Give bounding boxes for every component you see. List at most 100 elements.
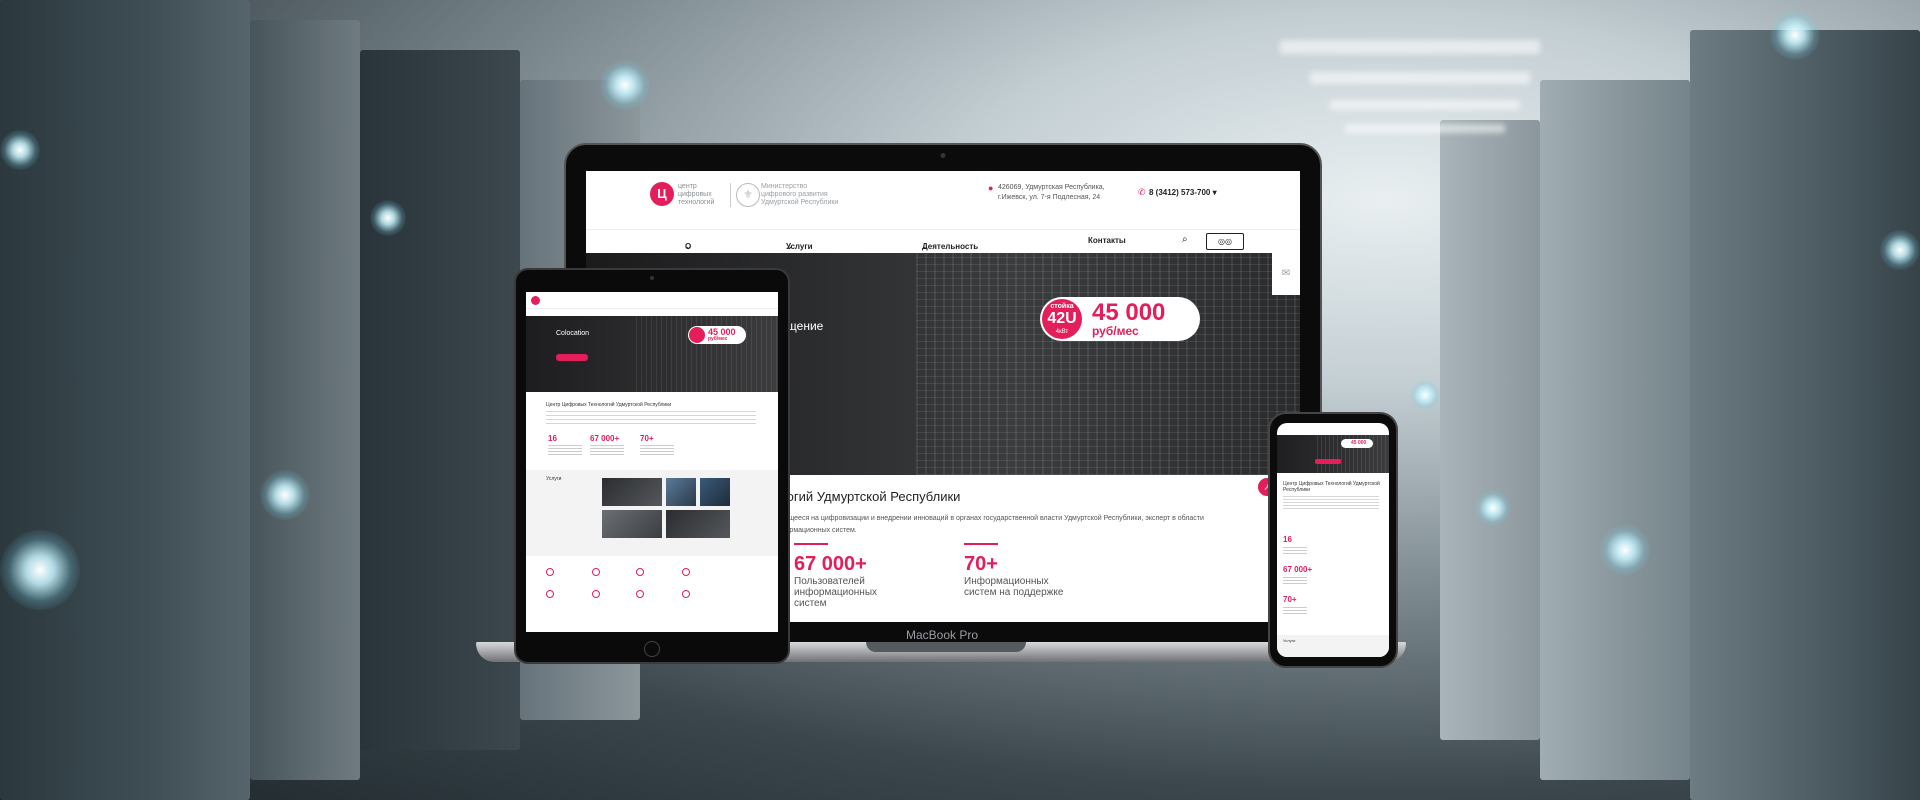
server-rack xyxy=(1690,30,1920,800)
hero-banner: Colocation 45 000 руб/мес xyxy=(526,316,778,392)
stat-value: 16 xyxy=(1283,535,1292,544)
service-card-image[interactable] xyxy=(666,510,730,538)
ceiling-light xyxy=(1310,72,1530,84)
stat-label xyxy=(1283,545,1307,554)
bokeh-light xyxy=(260,470,310,520)
feature-icon xyxy=(682,568,690,576)
stat-item: 67 000+ xyxy=(590,434,624,455)
ceiling-light xyxy=(1280,40,1540,54)
about-text xyxy=(546,410,756,424)
phone-number[interactable]: 8 (3412) 573-700 ▾ xyxy=(1149,188,1217,197)
stat-value: 70+ xyxy=(640,434,654,443)
stat-item: 70+ xyxy=(640,434,674,455)
stat-label xyxy=(640,445,674,455)
phone-icon: ✆ xyxy=(1138,187,1146,197)
bokeh-light xyxy=(1770,10,1820,60)
logo-text: центр цифровых технологий xyxy=(678,183,715,206)
home-button[interactable] xyxy=(644,641,660,657)
stat-item: 67 000+ xyxy=(1283,565,1312,584)
chevron-down-icon: ⌄ xyxy=(685,242,692,251)
logo-icon[interactable] xyxy=(531,296,540,305)
site-header: Ц центр цифровых технологий ⚜ Министерст… xyxy=(586,171,1300,229)
stat-systems: 70+ Информационных систем на поддержке xyxy=(964,543,1064,598)
feature-icon xyxy=(682,590,690,598)
site-header xyxy=(526,292,778,308)
rack-badge xyxy=(689,327,705,343)
tablet-screen: Colocation 45 000 руб/мес Центр Цифровых… xyxy=(526,292,778,632)
price-badge: 45 000 xyxy=(1341,439,1373,448)
bokeh-light xyxy=(0,130,40,170)
stat-item: 16 xyxy=(548,434,582,455)
server-rack xyxy=(0,0,250,800)
rack-power: 4кВт xyxy=(1055,329,1069,335)
server-rack xyxy=(1440,120,1540,740)
service-card-image[interactable] xyxy=(700,478,730,506)
server-rack xyxy=(1540,80,1690,780)
bokeh-light xyxy=(0,530,80,610)
service-card-image[interactable] xyxy=(602,478,662,506)
hero-button[interactable] xyxy=(1315,459,1341,464)
rack-size: 42U xyxy=(1047,310,1077,327)
hero-title: Colocation xyxy=(556,330,590,337)
main-nav: О нас ⌄ Услуги ⌄ Деятельность ⌄ Контакты… xyxy=(586,229,1300,260)
feature-icon xyxy=(592,590,600,598)
stat-item: 70+ xyxy=(1283,595,1307,614)
service-card-image[interactable] xyxy=(666,478,696,506)
mail-icon[interactable]: ✉ xyxy=(1272,253,1300,295)
divider xyxy=(730,183,731,207)
price-amount: 45 000 xyxy=(1351,440,1367,446)
bokeh-light xyxy=(1600,525,1650,575)
price-unit: руб/мес xyxy=(708,336,728,342)
stat-label xyxy=(590,445,624,455)
stat-label xyxy=(548,445,582,455)
ceiling-light xyxy=(1345,124,1505,133)
search-icon[interactable]: ⌕ xyxy=(1182,234,1188,245)
feature-icon xyxy=(546,590,554,598)
services-section: Услуги xyxy=(1277,635,1389,657)
stat-label xyxy=(1283,575,1307,584)
stat-users: 67 000+ Пользователей информационных сис… xyxy=(794,543,894,609)
ministry-text: Министерство цифрового развития Удмуртск… xyxy=(761,183,839,206)
logo-icon[interactable]: Ц xyxy=(650,182,674,206)
stat-value: 70+ xyxy=(1283,595,1297,604)
stat-value: 67 000+ xyxy=(590,434,620,443)
services-title: Услуги xyxy=(1283,638,1296,643)
hero-button[interactable] xyxy=(556,354,588,361)
laptop-notch xyxy=(866,642,1026,652)
nav-item-contacts[interactable]: Контакты xyxy=(1088,236,1126,245)
price-badge: 45 000 руб/мес xyxy=(688,326,746,344)
rack-label: стойка xyxy=(1050,303,1074,310)
stat-value: 67 000+ xyxy=(1283,565,1313,574)
location-pin-icon: ● xyxy=(988,183,994,193)
bokeh-light xyxy=(1475,490,1511,526)
stat-value: 70+ xyxy=(964,553,998,575)
server-rack xyxy=(250,20,360,780)
hero-banner: 45 000 xyxy=(1277,435,1389,473)
stat-value: 67 000+ xyxy=(794,553,867,575)
rack-badge: стойка 42U 4кВт xyxy=(1042,299,1082,339)
ceiling-light xyxy=(1330,100,1520,110)
laptop-model-label: MacBook Pro xyxy=(905,628,979,642)
features-section xyxy=(526,560,778,632)
about-text: ирующееся на цифровизации и внедрении ин… xyxy=(772,515,1204,534)
accessibility-glasses-icon[interactable]: ◎◎ xyxy=(1206,233,1244,250)
feature-icon xyxy=(636,590,644,598)
stat-label: Информационных систем на поддержке xyxy=(964,576,1064,598)
bokeh-light xyxy=(1880,230,1920,270)
stat-label xyxy=(1283,605,1307,614)
emblem-icon: ⚜ xyxy=(736,183,760,207)
bokeh-light xyxy=(600,60,650,110)
chevron-down-icon: ⌄ xyxy=(786,242,793,251)
camera xyxy=(940,153,946,158)
feature-icon xyxy=(636,568,644,576)
feature-icon xyxy=(546,568,554,576)
stat-item: 16 xyxy=(1283,535,1307,554)
camera xyxy=(650,276,654,280)
bokeh-light xyxy=(1410,380,1440,410)
chevron-down-icon: ⌄ xyxy=(922,242,929,251)
about-title: Центр Цифровых Технологий Удмуртской Рес… xyxy=(1283,481,1380,493)
phone-screen: 45 000 Центр Цифровых Технологий Удмуртс… xyxy=(1277,423,1389,657)
about-text xyxy=(1283,495,1379,509)
feature-icon xyxy=(592,568,600,576)
service-card-image[interactable] xyxy=(602,510,662,538)
